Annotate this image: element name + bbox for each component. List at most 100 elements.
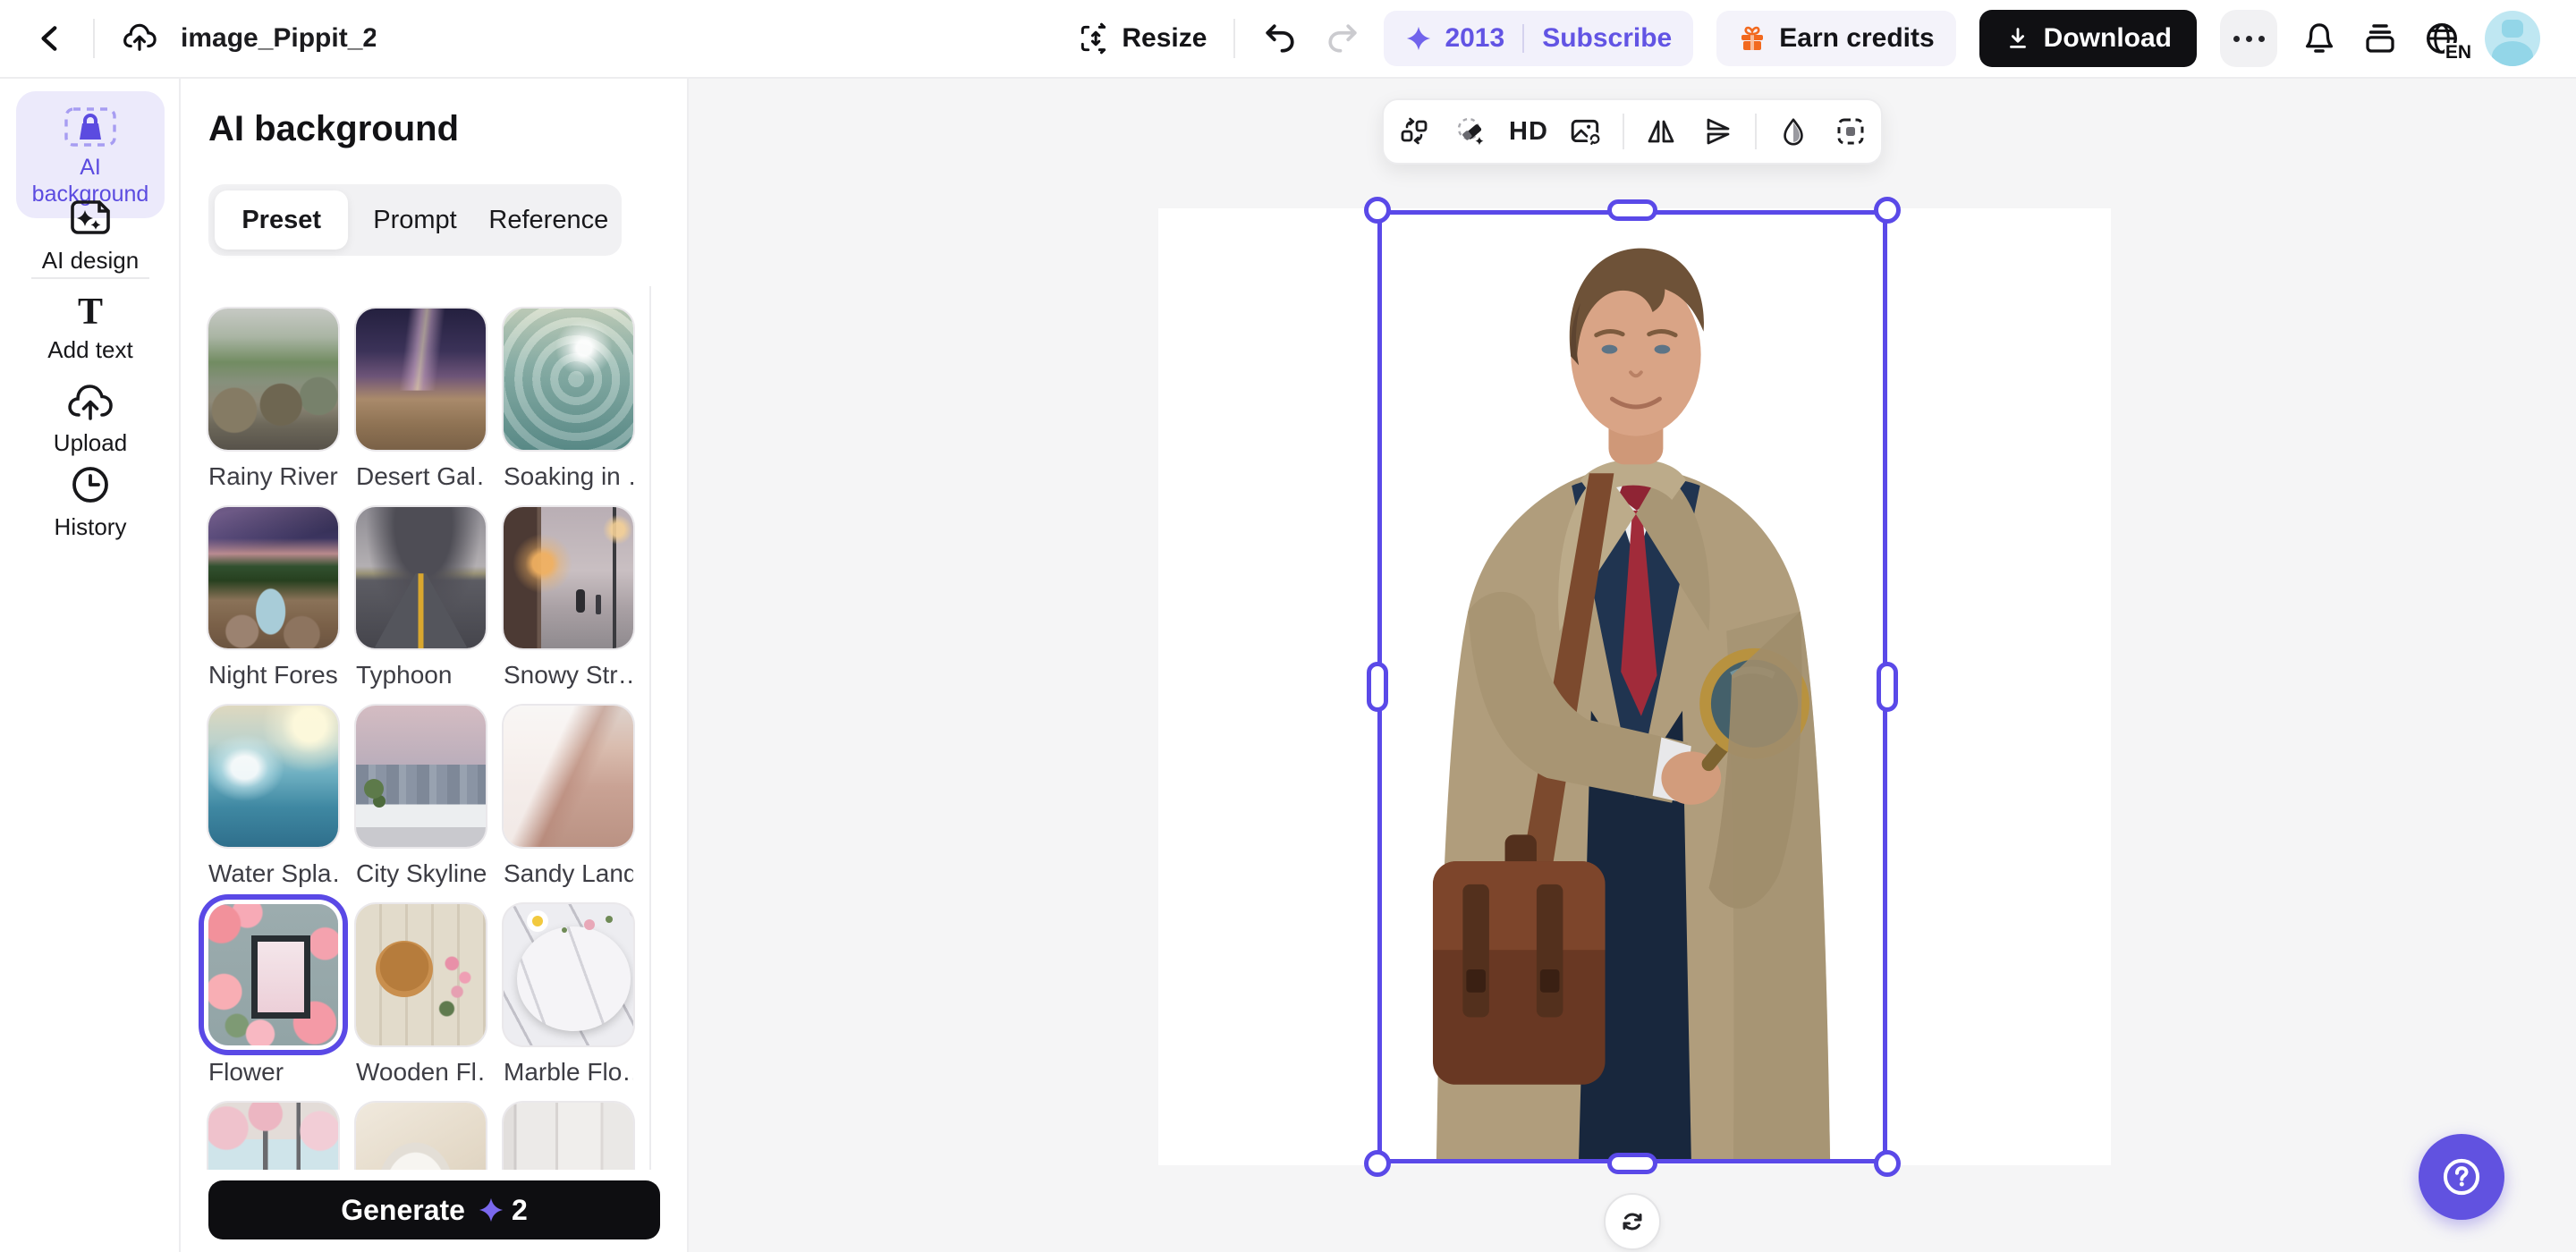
preset-label: City Skyline (356, 859, 486, 888)
preset-thumbnail-flower[interactable] (208, 904, 338, 1045)
flip-vertical-button[interactable] (1694, 107, 1742, 156)
hd-enhance-button[interactable]: HD (1504, 107, 1553, 156)
pippit-image-editor: image_Pippit_20 Resize (0, 0, 2576, 1252)
document-title[interactable]: image_Pippit_20 (181, 23, 376, 54)
preset-thumbnail-wooden-floral[interactable] (356, 904, 486, 1045)
earn-credits-button[interactable]: Earn credits (1716, 11, 1955, 66)
preset-label: Night Forest (208, 661, 338, 689)
language-button[interactable]: EN (2422, 19, 2462, 58)
handle-bottom-right[interactable] (1874, 1150, 1901, 1177)
panel-scrollbar[interactable] (649, 286, 651, 1170)
preset-fabric-lemons[interactable] (356, 1103, 486, 1170)
resize-icon (1077, 21, 1111, 55)
preset-scroll-area[interactable]: Rainy River…Desert Gal…Soaking in … Night… (181, 286, 685, 1170)
opacity-button[interactable] (1769, 107, 1818, 156)
download-label: Download (2044, 23, 2172, 54)
redo-button-disabled[interactable] (1325, 21, 1360, 56)
preset-desert-galaxy[interactable]: Desert Gal… (356, 309, 486, 491)
preset-wooden-floral[interactable]: Wooden Fl… (356, 904, 486, 1087)
ai-eraser-icon (1455, 115, 1487, 148)
generate-label: Generate (341, 1194, 465, 1227)
ai-background-bag-icon (63, 104, 118, 148)
subscribe-link[interactable]: Subscribe (1542, 23, 1672, 54)
preset-thumbnail-snowy-street[interactable] (504, 507, 633, 648)
panel-title: AI background (208, 109, 459, 149)
header-divider (93, 19, 95, 58)
preset-soaking[interactable]: Soaking in … (504, 309, 633, 491)
selection-frame (1377, 210, 1887, 1163)
background-tabs: PresetPromptReference (208, 184, 622, 256)
preset-panel-wall[interactable] (504, 1103, 633, 1170)
user-avatar[interactable] (2485, 11, 2540, 66)
ai-background-panel: AI background PresetPromptReference Rain… (181, 79, 689, 1252)
select-area-button[interactable] (1826, 107, 1875, 156)
help-button[interactable] (2419, 1134, 2504, 1220)
preset-blossom-window[interactable] (208, 1103, 338, 1170)
resize-button[interactable]: Resize (1077, 21, 1207, 55)
sidebar-item-label: AI design (42, 247, 139, 275)
generate-button[interactable]: Generate 2 (208, 1180, 660, 1239)
replace-button[interactable] (1390, 107, 1438, 156)
preset-thumbnail-blossom-window[interactable] (208, 1103, 338, 1170)
preset-city-skyline[interactable]: City Skyline (356, 706, 486, 888)
preset-water-splash[interactable]: Water Spla… (208, 706, 338, 888)
preset-thumbnail-marble-floral[interactable] (504, 904, 633, 1045)
undo-icon (1262, 21, 1298, 56)
handle-left-middle[interactable] (1367, 662, 1388, 712)
drafts-stack-button[interactable] (2361, 20, 2399, 57)
download-button[interactable]: Download (1979, 10, 2197, 67)
hd-enhance-label: HD (1509, 117, 1548, 147)
drawer-stack-icon (2361, 20, 2399, 57)
handle-top-center[interactable] (1607, 199, 1657, 221)
preset-thumbnail-desert-galaxy[interactable] (356, 309, 486, 450)
preset-thumbnail-fabric-lemons[interactable] (356, 1103, 486, 1170)
preset-rainy-river[interactable]: Rainy River… (208, 309, 338, 491)
opacity-droplet-icon (1778, 116, 1809, 147)
handle-top-right[interactable] (1874, 197, 1901, 224)
selection-box[interactable] (1377, 210, 1887, 1163)
earn-credits-label: Earn credits (1779, 23, 1934, 54)
tab-prompt[interactable]: Prompt (348, 190, 481, 250)
notifications-button[interactable] (2301, 20, 2338, 57)
preset-thumbnail-water-splash[interactable] (208, 706, 338, 847)
sidebar-item-add-text[interactable]: TAdd text (0, 295, 181, 364)
credits-subscribe-pill[interactable]: 2013 Subscribe (1384, 11, 1693, 66)
sidebar-item-upload[interactable]: Upload (0, 381, 181, 457)
preset-thumbnail-city-skyline[interactable] (356, 706, 486, 847)
preset-thumbnail-panel-wall[interactable] (504, 1103, 633, 1170)
flip-horizontal-icon (1645, 115, 1677, 148)
undo-redo-group (1262, 21, 1360, 56)
handle-top-left[interactable] (1364, 197, 1391, 224)
flip-horizontal-button[interactable] (1637, 107, 1685, 156)
cloud-save-status[interactable] (114, 13, 165, 63)
handle-bottom-center[interactable] (1607, 1153, 1657, 1174)
sidebar-item-history[interactable]: History (0, 463, 181, 541)
cloud-upload-icon (120, 19, 159, 58)
regenerate-canvas-button[interactable] (1604, 1193, 1661, 1250)
tab-reference[interactable]: Reference (482, 190, 615, 250)
more-options-button[interactable] (2220, 10, 2277, 67)
preset-typhoon[interactable]: Typhoon (356, 507, 486, 689)
preset-marble-floral[interactable]: Marble Flo… (504, 904, 633, 1087)
sidebar-item-label: Upload (54, 429, 127, 457)
preset-sandy-land[interactable]: Sandy Land (504, 706, 633, 888)
handle-right-middle[interactable] (1877, 662, 1898, 712)
preset-thumbnail-typhoon[interactable] (356, 507, 486, 648)
object-toolbar: HD (1382, 98, 1883, 165)
preset-snowy-street[interactable]: Snowy Str… (504, 507, 633, 689)
sidebar-item-label: Add text (47, 336, 132, 364)
tab-preset[interactable]: Preset (215, 190, 348, 250)
regenerate-image-button[interactable] (1562, 107, 1610, 156)
preset-thumbnail-soaking[interactable] (504, 309, 633, 450)
undo-button[interactable] (1262, 21, 1298, 56)
preset-label: Flower (208, 1058, 338, 1087)
preset-thumbnail-rainy-river[interactable] (208, 309, 338, 450)
handle-bottom-left[interactable] (1364, 1150, 1391, 1177)
preset-night-forest[interactable]: Night Forest (208, 507, 338, 689)
preset-flower[interactable]: Flower (208, 904, 338, 1087)
preset-thumbnail-night-forest[interactable] (208, 507, 338, 648)
preset-thumbnail-sandy-land[interactable] (504, 706, 633, 847)
ai-eraser-button[interactable] (1447, 107, 1496, 156)
sidebar-item-ai-design[interactable]: AI design (0, 199, 181, 275)
back-button[interactable] (27, 15, 73, 62)
